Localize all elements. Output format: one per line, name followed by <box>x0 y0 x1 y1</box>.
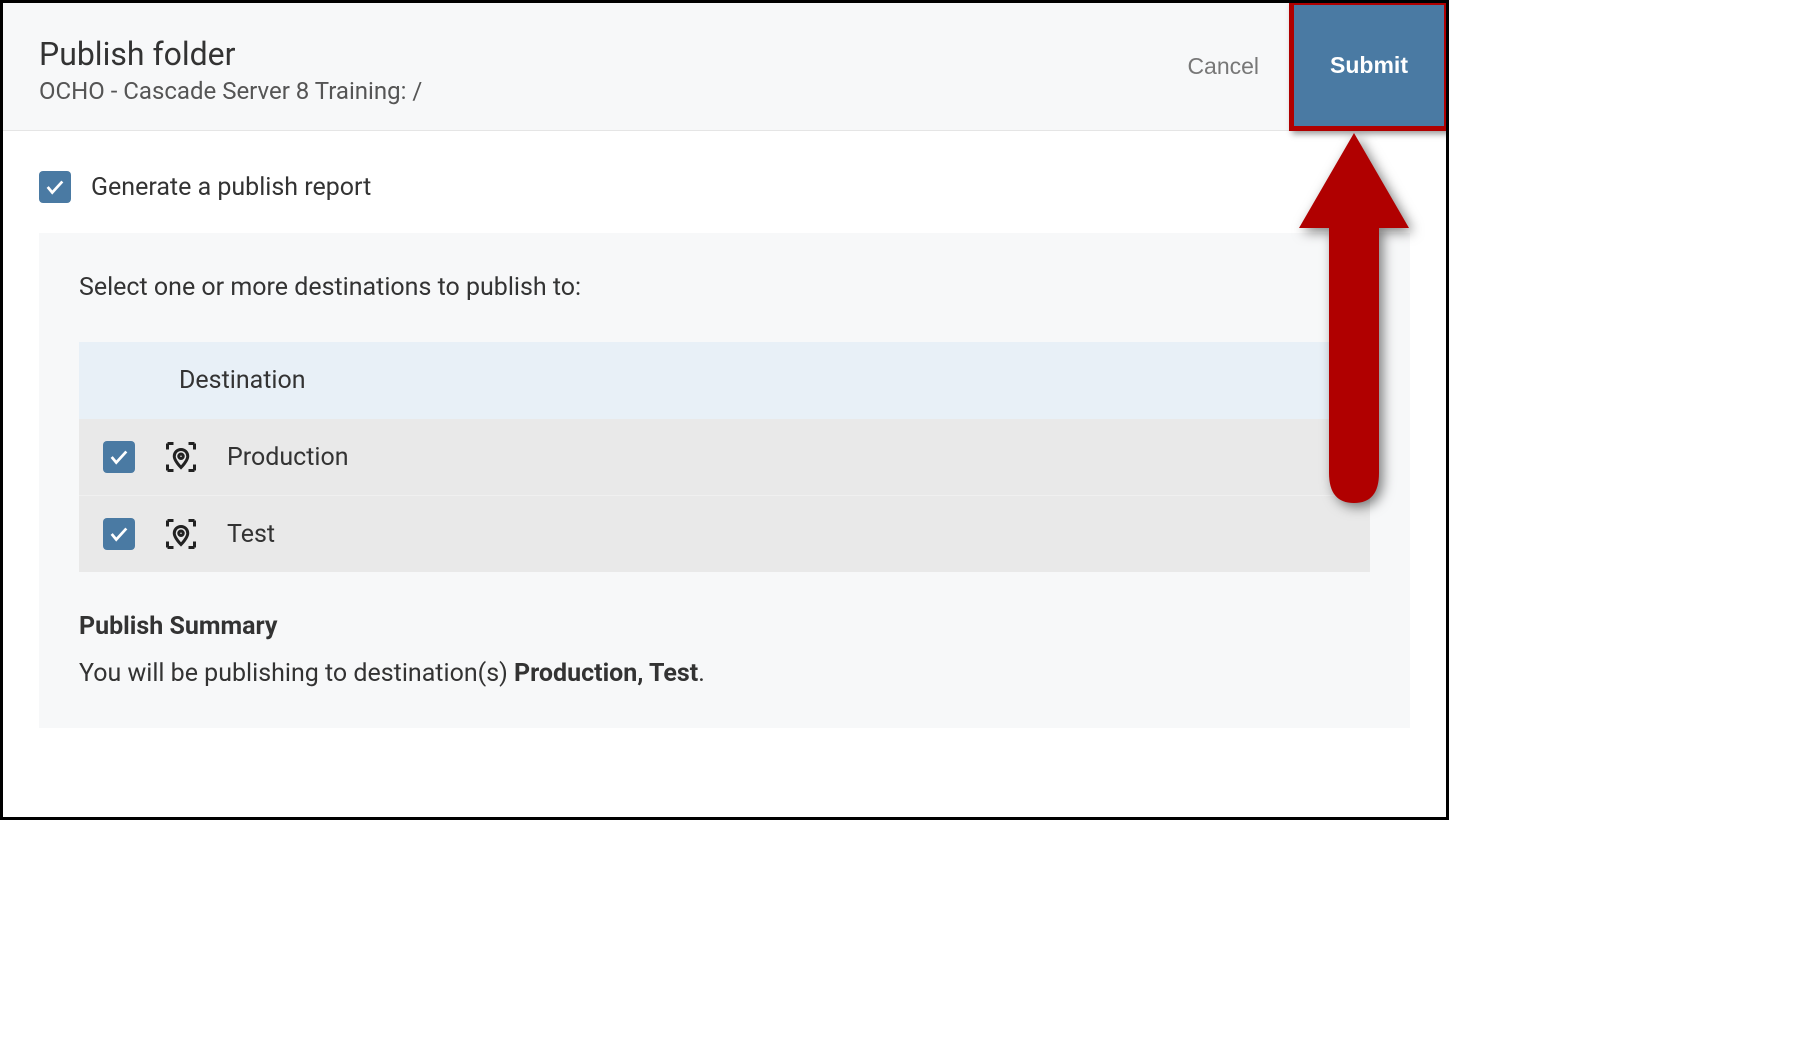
destination-target-icon <box>163 516 199 552</box>
summary-suffix: . <box>698 659 705 688</box>
summary-prefix: You will be publishing to destination(s) <box>79 659 514 688</box>
dialog-header: Publish folder OCHO - Cascade Server 8 T… <box>3 3 1446 131</box>
dialog-title: Publish folder <box>39 35 422 73</box>
generate-report-checkbox[interactable] <box>39 171 71 203</box>
destinations-section: Select one or more destinations to publi… <box>39 233 1410 728</box>
cancel-button[interactable]: Cancel <box>1157 3 1289 130</box>
publish-summary-section: Publish Summary You will be publishing t… <box>79 612 1370 688</box>
destination-checkbox-production[interactable] <box>103 441 135 473</box>
table-row: Production <box>79 419 1370 496</box>
header-actions: Cancel Submit <box>1157 3 1446 130</box>
dialog-content: Generate a publish report Select one or … <box>3 131 1446 768</box>
header-text-block: Publish folder OCHO - Cascade Server 8 T… <box>3 3 422 130</box>
check-icon <box>108 446 130 468</box>
generate-report-label: Generate a publish report <box>91 173 371 202</box>
submit-button[interactable]: Submit <box>1289 0 1449 131</box>
destinations-prompt: Select one or more destinations to publi… <box>79 273 1370 302</box>
destination-label: Test <box>227 520 275 549</box>
destinations-table: Destination <box>79 342 1370 572</box>
destination-target-icon <box>163 439 199 475</box>
dialog-subtitle: OCHO - Cascade Server 8 Training: / <box>39 77 422 105</box>
table-row: Test <box>79 496 1370 572</box>
publish-summary-title: Publish Summary <box>79 612 1370 641</box>
check-icon <box>108 523 130 545</box>
destinations-column-header: Destination <box>79 342 1370 419</box>
destination-checkbox-test[interactable] <box>103 518 135 550</box>
destination-label: Production <box>227 443 349 472</box>
check-icon <box>44 176 66 198</box>
publish-folder-dialog: Publish folder OCHO - Cascade Server 8 T… <box>0 0 1449 820</box>
publish-summary-text: You will be publishing to destination(s)… <box>79 659 1370 688</box>
generate-report-row: Generate a publish report <box>39 171 1410 203</box>
summary-destinations: Production, Test <box>514 659 698 688</box>
